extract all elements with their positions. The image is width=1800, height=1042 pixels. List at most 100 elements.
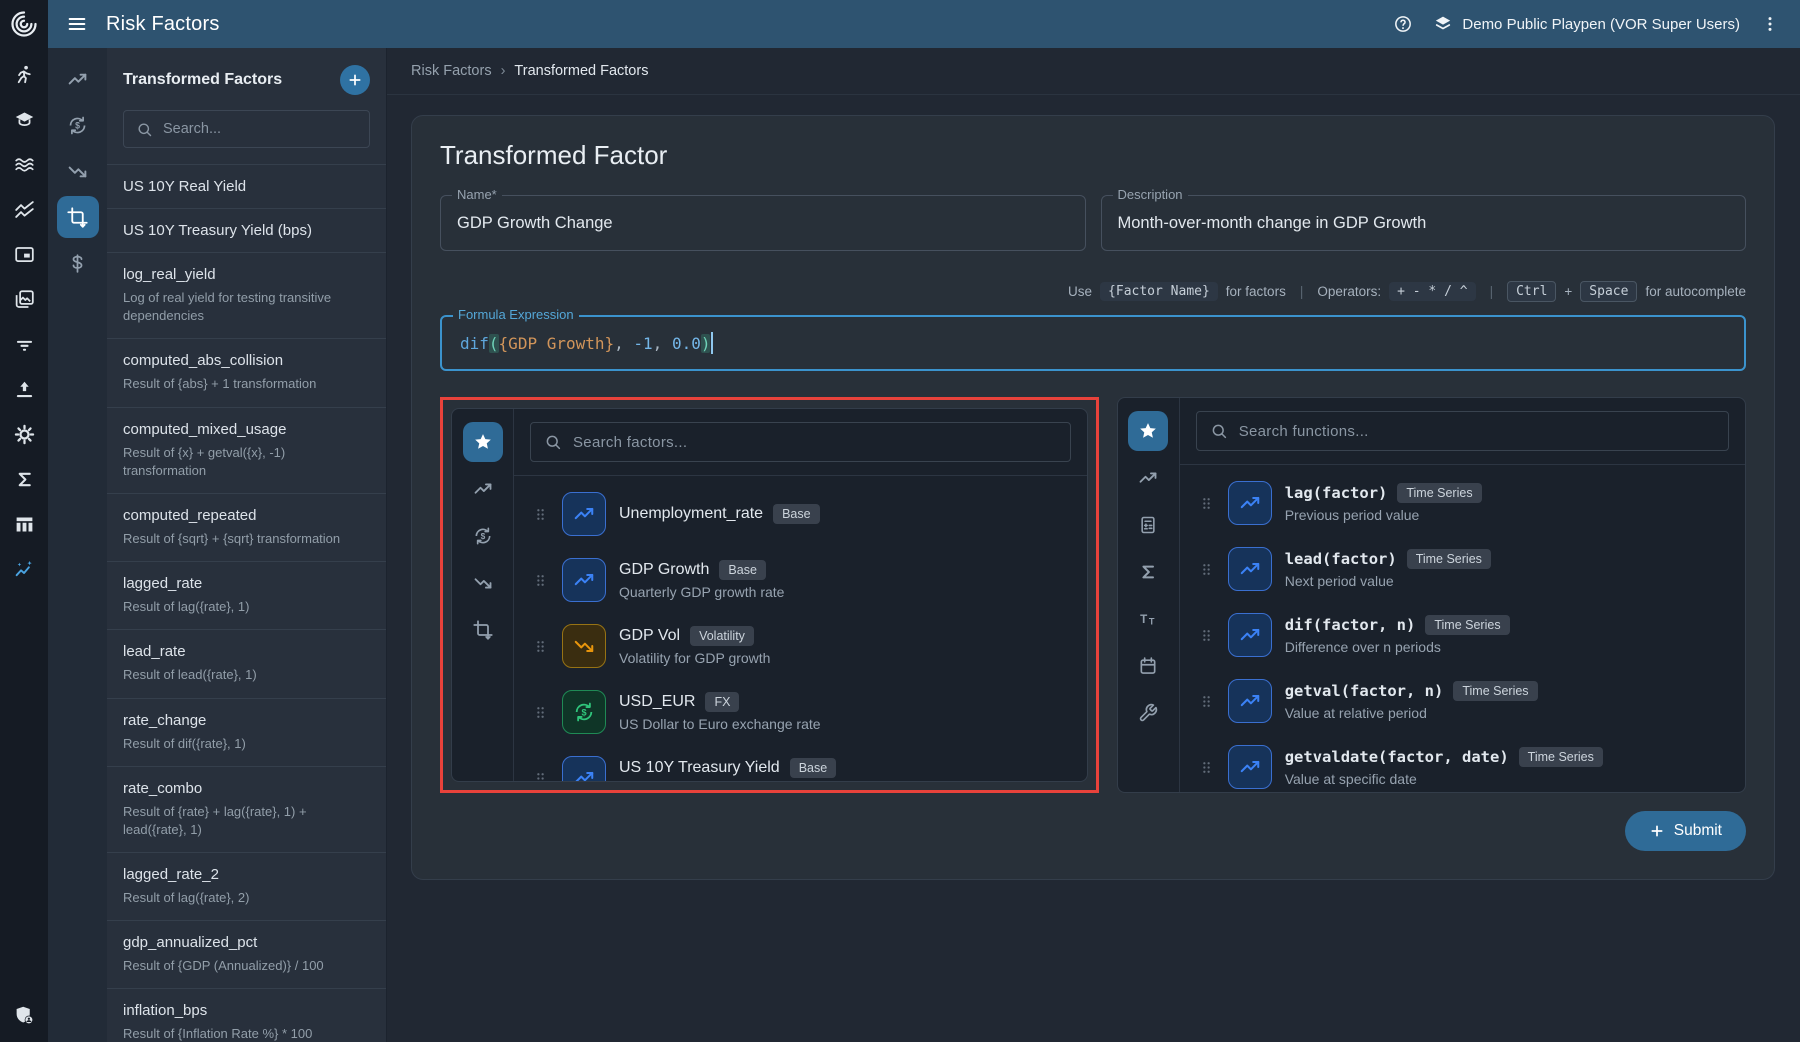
sidebar-item-simulations[interactable]: [14, 64, 35, 85]
factors-category-transformed[interactable]: [463, 610, 503, 650]
sidebar-item-filters[interactable]: [14, 334, 35, 355]
workspace-switcher[interactable]: Demo Public Playpen (VOR Super Users): [1433, 14, 1740, 34]
sidebar-item-admin[interactable]: [14, 1005, 35, 1026]
factor-list-item[interactable]: computed_repeated Result of {sqrt} + {sq…: [107, 494, 386, 562]
rail-item-derived-factors[interactable]: [57, 150, 99, 192]
factor-list-item[interactable]: computed_mixed_usage Result of {x} + get…: [107, 408, 386, 494]
factor-row[interactable]: Unemployment_rate Base: [514, 481, 1087, 547]
breadcrumb-parent[interactable]: Risk Factors: [411, 63, 492, 79]
factor-row[interactable]: US 10Y Treasury Yield Base 10-Year US Tr…: [514, 745, 1087, 781]
factor-row[interactable]: GDP Growth Base Quarterly GDP growth rat…: [514, 547, 1087, 613]
drag-handle-icon[interactable]: [1198, 693, 1215, 710]
rail-item-fx-factors[interactable]: $: [57, 104, 99, 146]
factor-list-item[interactable]: computed_abs_collision Result of {abs} +…: [107, 339, 386, 407]
functions-category-favorites[interactable]: [1128, 411, 1168, 451]
page-title: Risk Factors: [106, 13, 220, 36]
factors-category-favorites[interactable]: [463, 422, 503, 462]
factor-list-item[interactable]: log_real_yield Log of real yield for tes…: [107, 253, 386, 339]
factors-picker: $ Unemployment_rate Base: [451, 408, 1088, 782]
sidebar-item-upload[interactable]: [14, 379, 35, 400]
drag-handle-icon[interactable]: [1198, 759, 1215, 776]
factor-search-input[interactable]: [163, 121, 357, 137]
sigma-icon: [14, 469, 35, 490]
submit-button[interactable]: Submit: [1625, 811, 1746, 851]
top-bar: Risk Factors Demo Public Playpen (VOR Su…: [48, 0, 1800, 48]
main-content: Risk Factors › Transformed Factors Trans…: [387, 48, 1800, 1042]
formula-token-num: -1: [633, 334, 652, 353]
drag-handle-icon[interactable]: [1198, 627, 1215, 644]
hint-separator: |: [1300, 284, 1304, 299]
item-badge: Base: [719, 560, 766, 580]
drag-handle-icon[interactable]: [1198, 561, 1215, 578]
menu-icon[interactable]: [66, 13, 88, 35]
function-row[interactable]: dif(factor, n) Time Series Difference ov…: [1180, 602, 1745, 668]
sidebar-item-insights[interactable]: [14, 559, 35, 580]
kebab-menu-icon[interactable]: [1760, 14, 1780, 34]
text-cursor: [711, 332, 713, 354]
rail-item-base-factors[interactable]: [57, 58, 99, 100]
function-row[interactable]: getval(factor, n) Time Series Value at r…: [1180, 668, 1745, 734]
factors-search-input[interactable]: [573, 434, 1057, 451]
formula-code: dif({GDP Growth}, -1, 0.0): [460, 332, 713, 354]
functions-category-time-series[interactable]: [1128, 458, 1168, 498]
drag-handle-icon[interactable]: [1198, 495, 1215, 512]
function-row[interactable]: lead(factor) Time Series Next period val…: [1180, 536, 1745, 602]
factor-list-item[interactable]: US 10Y Real Yield: [107, 165, 386, 209]
help-icon[interactable]: [1393, 14, 1413, 34]
search-icon: [1210, 422, 1228, 440]
svg-text:$: $: [581, 707, 586, 717]
trend-down-icon: [473, 573, 493, 593]
sidebar-item-gallery[interactable]: [14, 289, 35, 310]
add-factor-button[interactable]: [340, 65, 370, 95]
factor-list-item[interactable]: inflation_bps Result of {Inflation Rate …: [107, 989, 386, 1042]
factors-category-volatility[interactable]: [463, 563, 503, 603]
factor-row[interactable]: GDP Vol Volatility Volatility for GDP gr…: [514, 613, 1087, 679]
functions-category-aggregate[interactable]: [1128, 552, 1168, 592]
factor-list-item[interactable]: US 10Y Treasury Yield (bps): [107, 209, 386, 253]
factors-category-base[interactable]: [463, 469, 503, 509]
functions-category-date[interactable]: [1128, 646, 1168, 686]
function-row[interactable]: lag(factor) Time Series Previous period …: [1180, 470, 1745, 536]
function-row[interactable]: getvaldate(factor, date) Time Series Val…: [1180, 734, 1745, 792]
factor-list-item[interactable]: rate_combo Result of {rate} + lag({rate}…: [107, 767, 386, 853]
app-logo[interactable]: [0, 0, 48, 48]
factor-list-item[interactable]: lagged_rate_2 Result of lag({rate}, 2): [107, 853, 386, 921]
sidebar-item-settings[interactable]: [14, 424, 35, 445]
functions-category-text[interactable]: TT: [1128, 599, 1168, 639]
item-badge: Volatility: [690, 626, 754, 646]
drag-handle-icon[interactable]: [532, 638, 549, 655]
operators-chip: + - * / ^: [1389, 282, 1475, 301]
trend-up-icon: [1228, 679, 1272, 723]
description-input[interactable]: [1118, 214, 1730, 233]
run-icon: [14, 64, 35, 85]
sidebar-item-dashboards[interactable]: [14, 244, 35, 265]
factors-category-fx[interactable]: $: [463, 516, 503, 556]
svg-text:T: T: [1140, 613, 1147, 626]
factor-list-item[interactable]: lagged_rate Result of lag({rate}, 1): [107, 562, 386, 630]
item-badge: FX: [705, 692, 739, 712]
functions-search-input[interactable]: [1239, 423, 1715, 440]
drag-handle-icon[interactable]: [532, 572, 549, 589]
sidebar-item-education[interactable]: [14, 109, 35, 130]
sidebar-item-aggregation[interactable]: [14, 469, 35, 490]
functions-category-tools[interactable]: [1128, 693, 1168, 733]
factor-name: lagged_rate_2: [123, 866, 370, 883]
sidebar-item-data-tables[interactable]: [14, 514, 35, 535]
drag-handle-icon[interactable]: [532, 770, 549, 782]
factor-row[interactable]: $ USD_EUR FX US Dollar to Euro exchange …: [514, 679, 1087, 745]
sidebar-item-market-trends[interactable]: [14, 199, 35, 220]
formula-expression-field[interactable]: Formula Expression dif({GDP Growth}, -1,…: [440, 315, 1746, 371]
factor-list-item[interactable]: gdp_annualized_pct Result of {GDP (Annua…: [107, 921, 386, 989]
calendar-icon: [1138, 656, 1158, 676]
factor-description: Result of dif({rate}, 1): [123, 735, 370, 753]
drag-handle-icon[interactable]: [532, 506, 549, 523]
drag-handle-icon[interactable]: [532, 704, 549, 721]
formula-token-fn: dif: [460, 334, 489, 353]
factor-list-item[interactable]: rate_change Result of dif({rate}, 1): [107, 699, 386, 767]
functions-category-math[interactable]: [1128, 505, 1168, 545]
sidebar-item-liquidity[interactable]: [14, 154, 35, 175]
rail-item-pricing-factors[interactable]: [57, 242, 99, 284]
rail-item-transformed-factors[interactable]: [57, 196, 99, 238]
factor-list-item[interactable]: lead_rate Result of lead({rate}, 1): [107, 630, 386, 698]
name-input[interactable]: [457, 214, 1069, 233]
